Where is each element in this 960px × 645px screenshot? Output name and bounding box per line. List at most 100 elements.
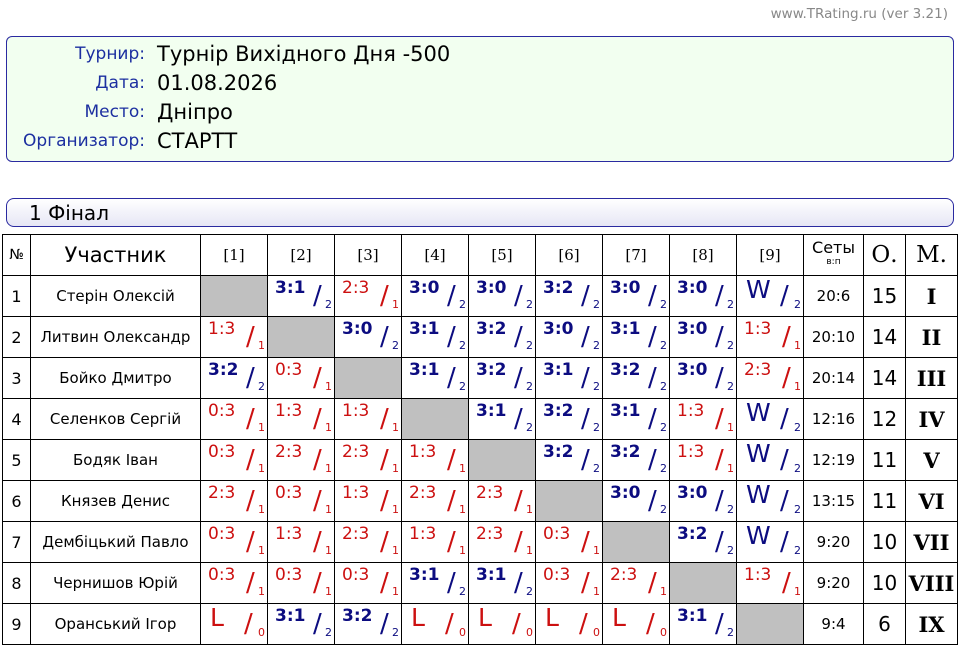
result-points: 2	[727, 626, 734, 639]
player-name[interactable]: Стерін Олексій	[30, 275, 201, 317]
result-cell: 3:0 /2	[669, 357, 737, 399]
result-slash: /	[246, 363, 255, 393]
self-cell	[200, 275, 268, 317]
result-score: 0:3	[543, 565, 571, 585]
points-total: 10	[863, 562, 906, 604]
result-points: 1	[325, 462, 332, 475]
result-score: 2:3	[208, 483, 236, 503]
results-body: 1 Стерін Олексій 3:1/2 2:3/1 3:0/2 3:0/2 3:2/2…	[2, 275, 958, 645]
result-slash: /	[581, 322, 590, 352]
result-slash: /	[313, 486, 322, 516]
result-cell: W / 2	[736, 480, 804, 522]
result-cell: 3:2 /2	[602, 439, 670, 481]
result-cell: 3:2 /2	[669, 521, 737, 563]
header-num: №	[2, 234, 31, 276]
player-name[interactable]: Князев Денис	[30, 480, 201, 522]
final-place: IV	[905, 398, 958, 440]
result-slash: /	[581, 363, 590, 393]
result-cell: 3:1 /2	[267, 603, 335, 645]
result-score: 3:0	[677, 278, 708, 298]
self-cell	[669, 562, 737, 604]
result-points: 2	[526, 339, 533, 352]
result-score: 2:3	[476, 524, 504, 544]
result-score: 3:0	[342, 319, 373, 339]
result-mark: 3:0 /2	[673, 276, 734, 312]
result-cell: 3:0 /2	[669, 316, 737, 358]
player-name[interactable]: Селенков Сергій	[30, 398, 201, 440]
result-slash: /	[380, 527, 389, 557]
points-total: 6	[863, 603, 906, 645]
result-cell: 2:3 /1	[334, 521, 402, 563]
row-number: 1	[2, 275, 31, 317]
result-points: 2	[392, 339, 399, 352]
header-col: [9]	[736, 234, 804, 276]
tournament-info-panel: Турнир: Турнір Вихідного Дня -500 Дата: …	[6, 36, 954, 162]
result-points: 1	[325, 380, 332, 393]
result-score: 3:2	[677, 524, 708, 544]
result-slash: /	[313, 404, 322, 434]
player-name[interactable]: Бодяк Іван	[30, 439, 201, 481]
result-cell: 0:3 /1	[535, 521, 603, 563]
result-score: 3:2	[543, 278, 574, 298]
result-slash: /	[447, 568, 456, 598]
result-slash: /	[380, 445, 389, 475]
result-slash: /	[380, 322, 389, 352]
result-points: 1	[526, 544, 533, 557]
result-cell: 3:1 /2	[669, 603, 737, 645]
result-points: 1	[392, 585, 399, 598]
result-slash: /	[447, 445, 456, 475]
points-total: 10	[863, 521, 906, 563]
result-points: 0	[526, 626, 533, 639]
player-name[interactable]: Бойко Дмитро	[30, 357, 201, 399]
points-total: 12	[863, 398, 906, 440]
result-score: L	[545, 603, 559, 632]
result-points: 1	[392, 503, 399, 516]
result-slash: /	[514, 568, 523, 598]
result-points: 1	[325, 585, 332, 598]
result-slash: /	[648, 568, 657, 598]
result-mark: 2:3 /1	[338, 440, 399, 476]
player-name[interactable]: Дембіцький Павло	[30, 521, 201, 563]
result-mark: W / 2	[740, 275, 801, 312]
result-mark: 0:3 /1	[204, 563, 265, 599]
result-score: 2:3	[476, 483, 504, 503]
player-name[interactable]: Чернишов Юрій	[30, 562, 201, 604]
sets-total: 20:6	[803, 275, 864, 317]
result-points: 2	[593, 298, 600, 311]
result-score: 1:3	[342, 483, 370, 503]
result-slash: /	[581, 568, 590, 598]
header-col: [5]	[468, 234, 536, 276]
result-score: 2:3	[744, 360, 772, 380]
player-name[interactable]: Литвин Олександр	[30, 316, 201, 358]
result-slash: /	[780, 404, 789, 434]
result-score: L	[411, 603, 425, 632]
result-slash: /	[244, 609, 253, 639]
result-slash: /	[782, 568, 791, 598]
result-mark: 3:1 /2	[271, 604, 332, 640]
result-cell: 0:3 /1	[334, 562, 402, 604]
site-credit: www.TRating.ru (ver 3.21)	[770, 6, 948, 22]
result-score: 2:3	[610, 565, 638, 585]
result-slash: /	[445, 609, 454, 639]
result-score: W	[746, 439, 771, 468]
result-slash: /	[246, 322, 255, 352]
result-score: 1:3	[409, 442, 437, 462]
result-score: W	[746, 480, 771, 509]
result-mark: 3:1 /2	[472, 399, 533, 435]
sets-total: 20:14	[803, 357, 864, 399]
result-cell: 1:3 /1	[736, 562, 804, 604]
result-mark: 1:3 /1	[405, 440, 466, 476]
result-points: 2	[794, 421, 801, 434]
result-points: 1	[258, 462, 265, 475]
result-points: 2	[459, 380, 466, 393]
result-slash: /	[646, 609, 655, 639]
header-points: О.	[863, 234, 906, 276]
player-name[interactable]: Оранський Ігор	[30, 603, 201, 645]
result-points: 2	[593, 380, 600, 393]
row-number: 2	[2, 316, 31, 358]
result-points: 2	[593, 462, 600, 475]
result-slash: /	[313, 281, 322, 311]
result-score: 3:1	[543, 360, 574, 380]
result-cell: L / 0	[200, 603, 268, 645]
result-score: 3:1	[476, 401, 507, 421]
